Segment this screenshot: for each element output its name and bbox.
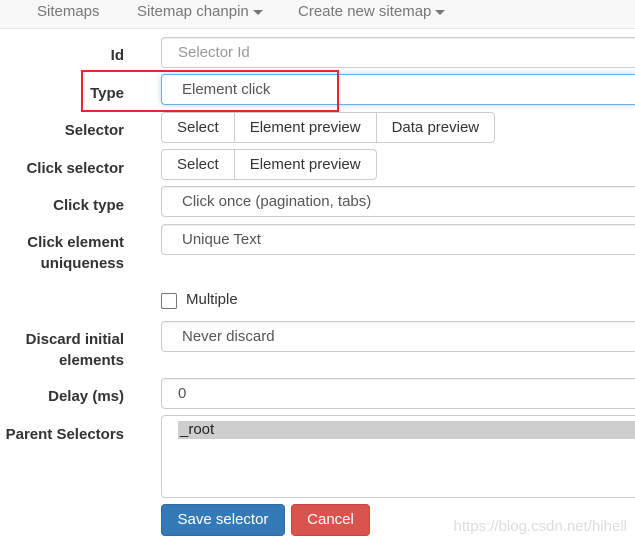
delay-input[interactable]: 0 (161, 378, 635, 409)
nav-create-dropdown[interactable]: Create new sitemap (298, 0, 446, 26)
nav-sitemaps[interactable]: Sitemaps (37, 0, 100, 26)
selector-label: Selector (64, 122, 124, 139)
nav-sitemap-dropdown[interactable]: Sitemap chanpin (137, 0, 263, 26)
discard-select[interactable]: Never discard (161, 321, 635, 352)
parent-selectors-listbox[interactable]: _root (161, 415, 635, 498)
top-navbar: Sitemaps Sitemap chanpin Create new site… (0, 0, 635, 29)
parent-selector-option[interactable]: _root (178, 421, 635, 439)
caret-down-icon (252, 9, 263, 15)
selector-select-button[interactable]: Select (161, 112, 235, 143)
click-uniqueness-label-line1: Click element (27, 234, 124, 251)
click-selector-button-group: Select Element preview (161, 149, 377, 180)
discard-label: Discard initial elements (26, 329, 124, 371)
type-label: Type (90, 85, 124, 102)
multiple-checkbox[interactable] (161, 293, 177, 309)
click-selector-select-button[interactable]: Select (161, 149, 235, 180)
selector-data-preview-button[interactable]: Data preview (376, 112, 496, 143)
selector-element-preview-button[interactable]: Element preview (234, 112, 377, 143)
click-selector-element-preview-button[interactable]: Element preview (234, 149, 377, 180)
type-select[interactable]: Element click (161, 74, 635, 105)
delay-label: Delay (ms) (48, 388, 124, 405)
discard-label-line1: Discard initial (25, 331, 124, 348)
nav-create-label: Create new sitemap (298, 3, 432, 20)
multiple-label[interactable]: Multiple (186, 291, 238, 309)
parent-selectors-label: Parent Selectors (5, 426, 124, 443)
selector-id-input[interactable]: Selector Id (161, 37, 635, 68)
selector-button-group: Select Element preview Data preview (161, 112, 496, 143)
nav-sitemap-label: Sitemap chanpin (137, 3, 249, 20)
watermark-text: https://blog.csdn.net/hihell (453, 518, 627, 535)
click-uniqueness-label: Click element uniqueness (27, 232, 124, 274)
click-uniqueness-label-line2: uniqueness (40, 255, 124, 272)
caret-down-icon (435, 9, 446, 15)
click-selector-label: Click selector (26, 160, 124, 177)
id-label: Id (110, 47, 124, 64)
click-type-label: Click type (53, 197, 124, 214)
discard-label-line2: elements (58, 352, 124, 369)
save-selector-button[interactable]: Save selector (161, 504, 285, 536)
cancel-button[interactable]: Cancel (291, 504, 370, 536)
click-uniqueness-select[interactable]: Unique Text (161, 224, 635, 255)
click-type-select[interactable]: Click once (pagination, tabs) (161, 186, 635, 217)
